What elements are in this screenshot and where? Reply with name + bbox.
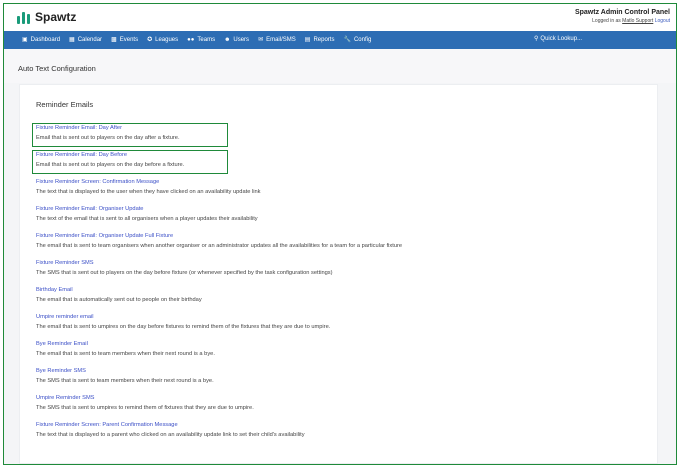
list-item: Fixture Reminder Screen: Parent Confirma… (36, 422, 636, 439)
list-item: Fixture Reminder Email: Organiser Update… (36, 233, 636, 250)
entry-description: The email that is sent to team members w… (36, 351, 215, 357)
nav-email-sms[interactable]: ✉ Email/SMS (258, 37, 296, 43)
nav-teams-label: Teams (197, 37, 216, 43)
entry-title-link[interactable]: Fixture Reminder Email: Organiser Update… (36, 233, 636, 240)
list-item: Fixture Reminder Screen: Confirmation Me… (36, 179, 636, 196)
entry-title-link[interactable]: Birthday Email (36, 287, 636, 294)
nav-config[interactable]: 🔧 Config (343, 37, 371, 43)
nav-dashboard-label: Dashboard (30, 37, 61, 43)
wrench-icon: 🔧 (343, 37, 351, 43)
spawtz-logo-icon (17, 10, 30, 24)
list-item: Fixture Reminder Email: Day After Email … (36, 125, 636, 142)
nav-events[interactable]: ▩ Events (111, 37, 138, 43)
nav-reports[interactable]: ▤ Reports (305, 37, 335, 43)
entry-description: The text that is displayed to a parent w… (36, 432, 305, 438)
nav-calendar-label: Calendar (77, 37, 103, 43)
entry-title-link[interactable]: Fixture Reminder Screen: Confirmation Me… (36, 179, 636, 186)
entry-description: The SMS that is sent out to players on t… (36, 270, 333, 276)
list-item: Birthday Email The email that is automat… (36, 287, 636, 304)
entry-title-link[interactable]: Bye Reminder Email (36, 341, 636, 348)
account-panel: Spawtz Admin Control Panel Logged in as … (575, 8, 670, 25)
entry-description: The text of the email that is sent to al… (36, 216, 258, 222)
entry-description: The text that is displayed to the user w… (36, 189, 261, 195)
brand-name: Spawtz (35, 10, 77, 24)
main-nav: ▣ Dashboard ▦ Calendar ▩ Events ✪ League… (4, 31, 676, 49)
entry-description: The SMS that is sent to umpires to remin… (36, 405, 254, 411)
top-bar: Spawtz Spawtz Admin Control Panel Logged… (4, 4, 676, 31)
section-title: Reminder Emails (36, 100, 94, 109)
entry-description: The SMS that is sent to team members whe… (36, 378, 214, 384)
list-item: Bye Reminder SMS The SMS that is sent to… (36, 368, 636, 385)
entry-description: Email that is sent out to players on the… (36, 162, 185, 168)
leagues-icon: ✪ (147, 37, 153, 43)
reminder-emails-card: Reminder Emails Fixture Reminder Email: … (19, 84, 658, 464)
page-title: Auto Text Configuration (18, 64, 96, 73)
nav-users-label: Users (233, 37, 250, 43)
entry-title-link[interactable]: Fixture Reminder Email: Organiser Update (36, 206, 636, 213)
search-icon: ⚲ (534, 36, 539, 42)
brand-logo[interactable]: Spawtz (17, 10, 76, 24)
list-item: Umpire Reminder SMS The SMS that is sent… (36, 395, 636, 412)
nav-calendar[interactable]: ▦ Calendar (69, 37, 102, 43)
entry-title-link[interactable]: Fixture Reminder Email: Day After (36, 125, 636, 132)
user-icon: ☻ (224, 37, 231, 43)
list-item: Fixture Reminder Email: Organiser Update… (36, 206, 636, 223)
entry-title-link[interactable]: Fixture Reminder SMS (36, 260, 636, 267)
list-item: Umpire reminder email The email that is … (36, 314, 636, 331)
entry-title-link[interactable]: Umpire reminder email (36, 314, 636, 321)
teams-icon: ●● (187, 37, 195, 43)
entry-description: The email that is automatically sent out… (36, 297, 202, 303)
nav-config-label: Config (353, 37, 372, 43)
nav-leagues-label: Leagues (155, 37, 179, 43)
calendar-icon: ▦ (69, 37, 75, 43)
nav-users[interactable]: ☻ Users (224, 37, 249, 43)
quick-lookup[interactable]: ⚲ Quick Lookup... (534, 35, 583, 43)
entry-title-link[interactable]: Bye Reminder SMS (36, 368, 636, 375)
panel-title: Spawtz Admin Control Panel (574, 9, 670, 16)
email-icon: ✉ (258, 37, 264, 43)
list-item: Bye Reminder Email The email that is sen… (36, 341, 636, 358)
nav-teams[interactable]: ●● Teams (187, 37, 215, 43)
reports-icon: ▤ (304, 37, 311, 43)
list-item: Fixture Reminder SMS The SMS that is sen… (36, 260, 636, 277)
entry-description: Email that is sent out to players on the… (36, 135, 180, 141)
quick-lookup-label: Quick Lookup... (540, 35, 583, 42)
entry-title-link[interactable]: Fixture Reminder Screen: Parent Confirma… (36, 422, 636, 429)
entry-title-link[interactable]: Fixture Reminder Email: Day Before (36, 152, 636, 159)
entry-description: The email that is sent to umpires on the… (36, 324, 331, 330)
logout-link[interactable]: Logout (655, 18, 670, 24)
logged-in-label: Logged in as (592, 18, 621, 24)
events-icon: ▩ (111, 37, 117, 43)
page-header: Auto Text Configuration (4, 49, 676, 84)
nav-email-sms-label: Email/SMS (266, 37, 296, 43)
list-item: Fixture Reminder Email: Day Before Email… (36, 152, 636, 169)
current-user-link[interactable]: Matlo Support (622, 18, 653, 24)
nav-reports-label: Reports (313, 37, 335, 43)
nav-dashboard[interactable]: ▣ Dashboard (22, 37, 60, 43)
login-status: Logged in as Matlo Support Logout (575, 17, 670, 25)
nav-events-label: Events (119, 37, 139, 43)
app-window: Spawtz Spawtz Admin Control Panel Logged… (3, 3, 677, 465)
dashboard-icon: ▣ (22, 37, 28, 43)
nav-leagues[interactable]: ✪ Leagues (147, 37, 178, 43)
entry-description: The email that is sent to team organiser… (36, 243, 403, 249)
entry-title-link[interactable]: Umpire Reminder SMS (36, 395, 636, 402)
